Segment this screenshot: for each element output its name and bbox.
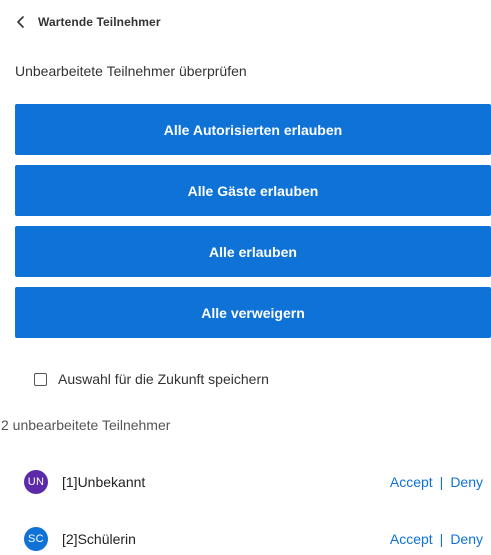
action-separator: | xyxy=(439,531,444,547)
participant-name: [2]Schülerin xyxy=(62,531,136,547)
chevron-left-icon[interactable] xyxy=(16,13,34,31)
participant-row: UN [1]Unbekannt Accept | Deny xyxy=(0,466,491,498)
allow-all-button[interactable]: Alle erlauben xyxy=(15,226,491,277)
participant-name: [1]Unbekannt xyxy=(62,474,146,490)
remember-choice[interactable]: Auswahl für die Zukunft speichern xyxy=(34,371,269,387)
review-subtitle: Unbearbeitete Teilnehmer überprüfen xyxy=(15,63,247,79)
page-title: Wartende Teilnehmer xyxy=(38,15,161,29)
participant-actions: Accept | Deny xyxy=(390,531,483,547)
action-separator: | xyxy=(439,474,444,490)
deny-link[interactable]: Deny xyxy=(450,531,483,547)
unprocessed-count: 2 unbearbeitete Teilnehmer xyxy=(1,417,171,433)
avatar: UN xyxy=(24,470,48,494)
avatar: SC xyxy=(24,527,48,551)
back-header[interactable]: Wartende Teilnehmer xyxy=(16,12,161,32)
accept-link[interactable]: Accept xyxy=(390,474,433,490)
deny-link[interactable]: Deny xyxy=(450,474,483,490)
allow-guests-button[interactable]: Alle Gäste erlauben xyxy=(15,165,491,216)
participant-actions: Accept | Deny xyxy=(390,474,483,490)
allow-authorized-button[interactable]: Alle Autorisierten erlauben xyxy=(15,104,491,155)
remember-label: Auswahl für die Zukunft speichern xyxy=(58,371,269,387)
accept-link[interactable]: Accept xyxy=(390,531,433,547)
remember-checkbox[interactable] xyxy=(34,372,47,386)
deny-all-button[interactable]: Alle verweigern xyxy=(15,287,491,338)
participant-row: SC [2]Schülerin Accept | Deny xyxy=(0,523,491,555)
